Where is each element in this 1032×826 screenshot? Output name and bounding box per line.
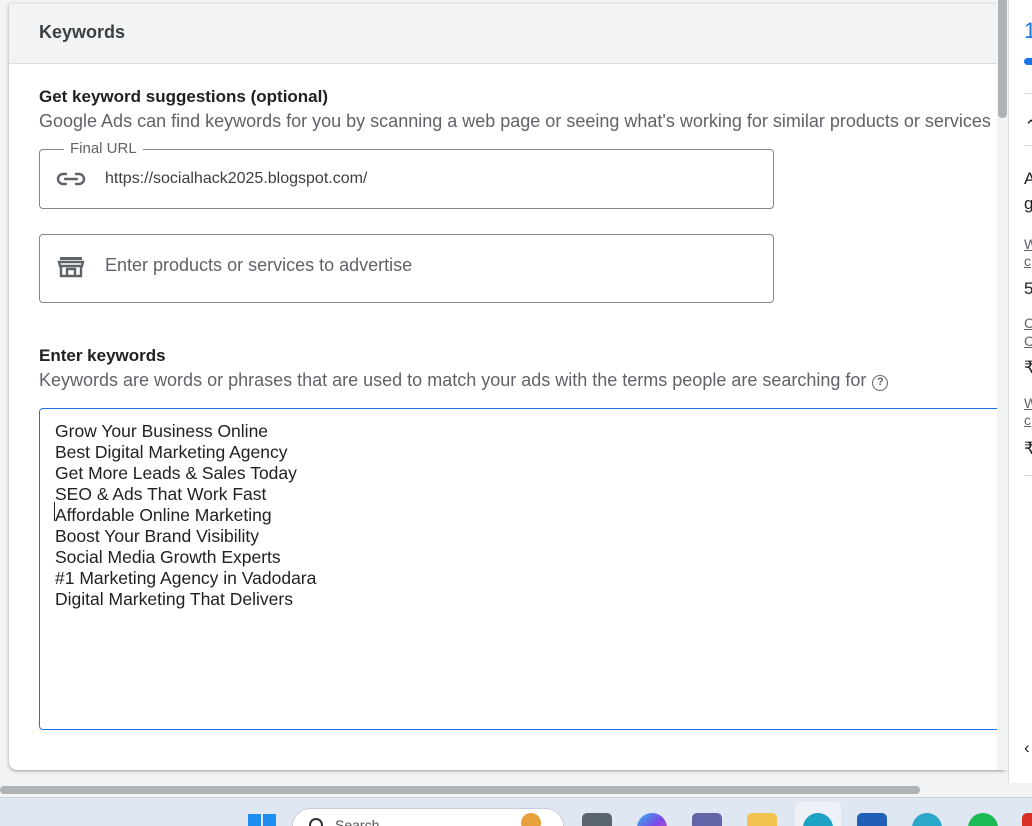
spotify-icon[interactable] (968, 813, 998, 826)
storefront-icon (56, 254, 86, 278)
horizontal-scrollbar-thumb[interactable] (0, 786, 920, 794)
side-link[interactable]: C (1024, 333, 1032, 349)
side-text: 5 (1024, 279, 1032, 299)
enter-keywords-description: Keywords are words or phrases that are u… (39, 370, 889, 391)
keywords-description-text: Keywords are words or phrases that are u… (39, 370, 867, 390)
text-cursor (54, 502, 55, 521)
side-divider (1024, 145, 1032, 146)
side-panel: 1 ⌃ A g W c 5 C C ₹ W c ₹ ‹ (1008, 0, 1032, 795)
teams-icon[interactable] (692, 813, 722, 826)
help-icon[interactable]: ? (872, 375, 889, 391)
suggestions-description: Google Ads can find keywords for you by … (39, 111, 991, 131)
keyword-line: SEO & Ads That Work Fast (55, 484, 267, 504)
keyword-line: Affordable Online Marketing (55, 505, 272, 525)
chevron-up-icon[interactable]: ⌃ (1024, 117, 1032, 137)
final-url-label: Final URL (64, 140, 143, 157)
side-link[interactable]: W (1024, 236, 1032, 252)
store-icon[interactable] (857, 813, 887, 826)
enter-keywords-title: Enter keywords (39, 346, 166, 365)
side-text: ₹ (1024, 439, 1032, 459)
side-text: A (1024, 169, 1032, 189)
app-icon[interactable] (1022, 813, 1032, 826)
collapse-icon[interactable]: ‹ (1024, 738, 1030, 758)
side-divider (1024, 475, 1032, 476)
suggestions-title: Get keyword suggestions (optional) (39, 87, 329, 106)
keyword-line: Social Media Growth Experts (55, 547, 281, 567)
windows-start-icon[interactable] (247, 813, 277, 826)
side-panel-progress (1024, 58, 1032, 65)
card-header: Keywords (9, 4, 1009, 64)
screen: Keywords Get keyword suggestions (option… (0, 0, 1032, 826)
final-url-value: https://socialhack2025.blogspot.com/ (105, 170, 368, 187)
copilot-icon[interactable] (637, 813, 667, 826)
keyword-line: Best Digital Marketing Agency (55, 442, 288, 462)
card-title: Keywords (39, 22, 126, 42)
products-placeholder: Enter products or services to advertise (105, 255, 413, 275)
side-link[interactable]: C (1024, 315, 1032, 331)
keywords-card: Keywords Get keyword suggestions (option… (9, 4, 1009, 770)
file-explorer-icon[interactable] (747, 813, 777, 826)
keyword-line: Get More Leads & Sales Today (55, 463, 297, 483)
keyword-line: Digital Marketing That Delivers (55, 589, 293, 609)
taskbar: Search (0, 797, 1032, 826)
link-icon (56, 167, 86, 191)
search-highlight-icon (521, 813, 541, 826)
keyword-line: Boost Your Brand Visibility (55, 526, 259, 546)
side-text: ₹ (1024, 358, 1032, 378)
side-text: g (1024, 194, 1032, 214)
app-icon[interactable] (912, 813, 942, 826)
taskbar-search[interactable]: Search (292, 808, 564, 826)
side-link[interactable]: W (1024, 395, 1032, 411)
side-panel-number: 1 (1024, 18, 1032, 44)
side-link[interactable]: c (1024, 412, 1031, 428)
search-icon (309, 818, 323, 826)
keyword-line: Grow Your Business Online (55, 421, 269, 441)
products-services-input[interactable]: Enter products or services to advertise (39, 234, 774, 303)
side-divider (1024, 93, 1032, 94)
keyword-line: #1 Marketing Agency in Vadodara (55, 568, 317, 588)
taskbar-search-text: Search (335, 817, 380, 826)
vertical-scrollbar-thumb[interactable] (998, 0, 1007, 118)
final-url-field[interactable]: Final URL https://socialhack2025.blogspo… (39, 140, 774, 209)
side-link[interactable]: c (1024, 253, 1031, 269)
task-view-icon[interactable] (582, 813, 612, 826)
